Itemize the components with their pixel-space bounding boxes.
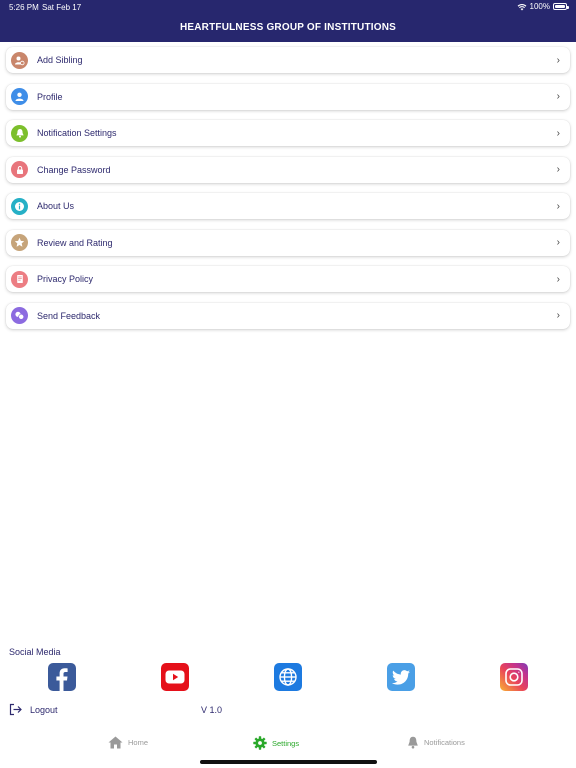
wifi-icon — [517, 3, 526, 10]
chevron-right-icon: › — [556, 310, 560, 321]
logout-label: Logout — [30, 704, 58, 715]
status-indicators: 100% — [517, 2, 569, 11]
menu-item-about-us[interactable]: About Us › — [6, 193, 570, 219]
status-date: Sat Feb 17 — [42, 3, 82, 12]
menu-item-profile[interactable]: Profile › — [6, 83, 570, 110]
bottom-tab-bar: Home Settings Notifications — [0, 736, 576, 756]
version-label: V 1.0 — [201, 705, 223, 715]
menu-item-change-password[interactable]: Change Password › — [6, 156, 570, 183]
tab-label: Home — [128, 738, 149, 747]
star-icon — [11, 234, 28, 251]
battery-icon — [553, 3, 569, 10]
globe-icon[interactable] — [274, 663, 302, 691]
menu-item-label: Profile — [37, 91, 63, 102]
facebook-icon[interactable] — [48, 663, 76, 691]
add-user-icon — [11, 51, 28, 69]
info-icon — [11, 197, 28, 215]
bell-icon — [11, 124, 28, 142]
home-icon — [108, 736, 123, 749]
tab-settings[interactable]: Settings — [253, 736, 299, 750]
lock-icon — [11, 161, 28, 178]
menu-item-review-and-rating[interactable]: Review and Rating › — [6, 229, 570, 256]
menu-item-add-sibling[interactable]: Add Sibling › — [6, 47, 570, 73]
person-icon — [11, 88, 28, 105]
menu-item-label: About Us — [37, 201, 75, 211]
chevron-right-icon: › — [556, 237, 560, 248]
gear-icon — [253, 736, 267, 750]
social-media-row — [0, 663, 576, 691]
logout-icon — [9, 703, 22, 716]
chevron-right-icon: › — [556, 164, 560, 175]
chevron-right-icon: › — [556, 54, 560, 66]
youtube-icon[interactable] — [161, 663, 189, 691]
menu-item-label: Send Feedback — [37, 310, 101, 321]
chevron-right-icon: › — [556, 200, 560, 212]
menu-item-label: Review and Rating — [37, 237, 113, 248]
settings-menu: Add Sibling › Profile › Notification Set… — [6, 47, 570, 339]
chevron-right-icon: › — [556, 127, 560, 139]
bell-icon — [408, 736, 418, 749]
chevron-right-icon: › — [556, 91, 560, 102]
chevron-right-icon: › — [556, 273, 560, 285]
menu-item-notification-settings[interactable]: Notification Settings › — [6, 120, 570, 146]
battery-percent: 100% — [529, 2, 550, 11]
menu-item-label: Change Password — [37, 164, 111, 175]
menu-item-label: Add Sibling — [37, 55, 83, 65]
menu-item-send-feedback[interactable]: Send Feedback › — [6, 302, 570, 329]
document-icon — [11, 270, 28, 288]
tab-home[interactable]: Home — [108, 736, 148, 749]
home-indicator[interactable] — [200, 760, 377, 764]
logout-button[interactable]: Logout — [9, 703, 58, 716]
social-media-title: Social Media — [9, 647, 61, 657]
instagram-icon[interactable] — [500, 663, 528, 691]
twitter-icon[interactable] — [387, 663, 415, 691]
menu-item-label: Privacy Policy — [37, 274, 94, 284]
tab-label: Notifications — [424, 738, 465, 747]
tab-notifications[interactable]: Notifications — [407, 736, 465, 749]
page-title: HEARTFULNESS GROUP OF INSTITUTIONS — [179, 22, 397, 33]
feedback-icon — [11, 307, 28, 324]
menu-item-label: Notification Settings — [37, 128, 117, 138]
status-time: 5:26 PM — [9, 3, 39, 12]
tab-label: Settings — [272, 738, 300, 748]
menu-item-privacy-policy[interactable]: Privacy Policy › — [6, 266, 570, 292]
top-bar: 5:26 PM Sat Feb 17 100% HEARTFULNESS GRO… — [0, 0, 576, 42]
